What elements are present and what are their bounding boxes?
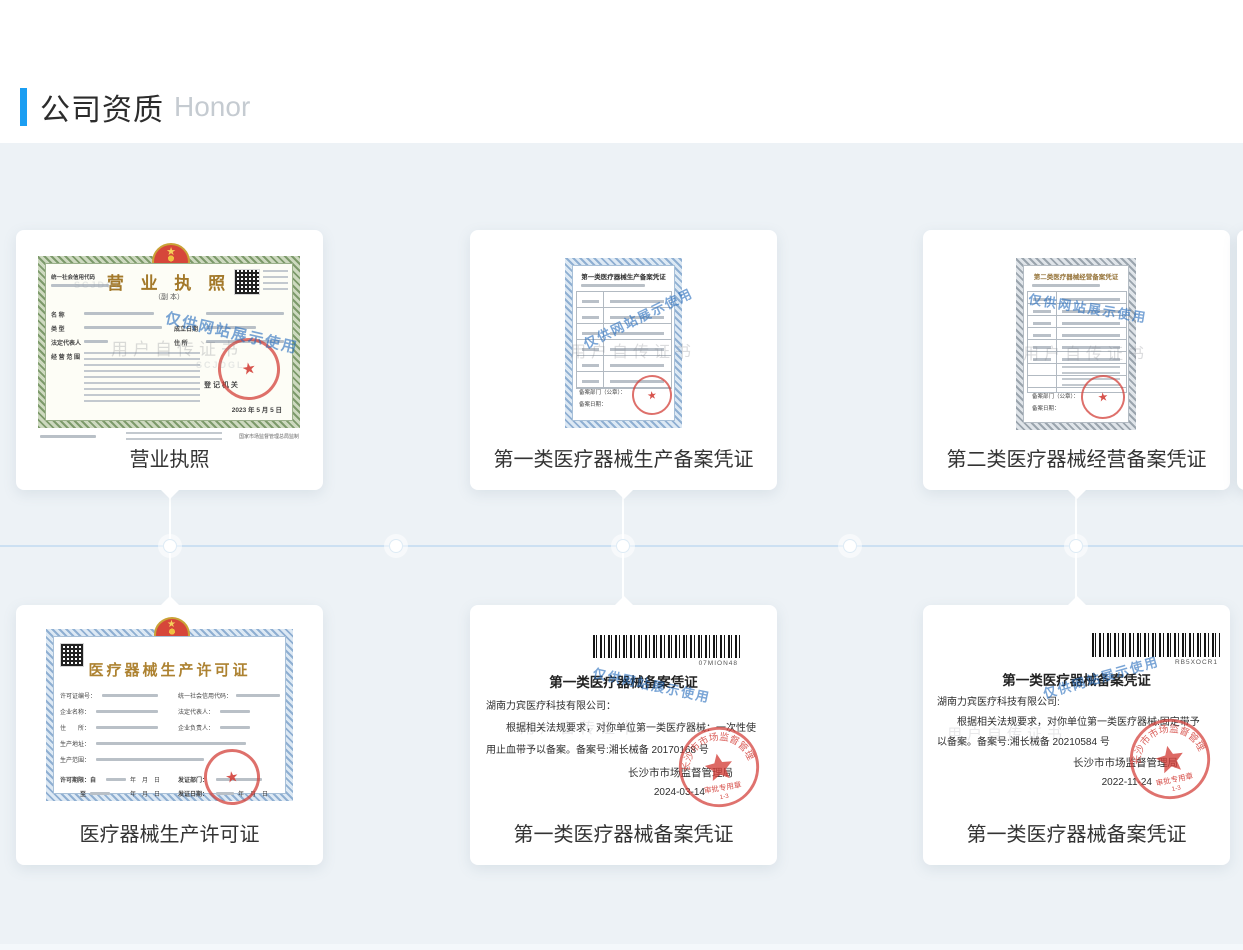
barcode-code: 07MION48 xyxy=(699,660,738,667)
redacted-text-lines xyxy=(126,432,222,441)
official-stamp-icon: ★ xyxy=(200,745,265,810)
card-label: 第二类医疗器械经营备案凭证 xyxy=(923,443,1230,472)
redacted-text xyxy=(90,792,110,795)
certificate-title: 第一类医疗器械生产备案凭证 xyxy=(573,271,674,281)
redacted-text xyxy=(96,742,246,745)
card-label: 第一类医疗器械生产备案凭证 xyxy=(470,443,777,472)
certificate-title: 医疗器械生产许可证 xyxy=(54,659,285,680)
redacted-text xyxy=(84,340,108,343)
card-pointer xyxy=(615,490,633,499)
card-label: 第一类医疗器械备案凭证 xyxy=(923,818,1230,847)
field-label: 发证日期： xyxy=(178,789,208,798)
card-pointer xyxy=(161,596,179,605)
license-date: 2023 年 5 月 5 日 xyxy=(232,404,282,414)
card-pointer xyxy=(161,490,179,499)
redacted-text xyxy=(96,710,158,713)
field-label: 许可证编号： xyxy=(60,691,96,700)
field-name-label: 名 称 xyxy=(51,310,65,319)
ymd-label: 年 月 日 xyxy=(130,789,160,798)
ymd-label: 年 月 日 xyxy=(130,775,160,784)
field-type-label: 类 型 xyxy=(51,324,65,333)
card-class1-production-filing[interactable]: 第一类医疗器械生产备案凭证 备案部门（公章）： 备案日期： ★ 用户自传证书 仅… xyxy=(470,230,777,490)
field-label: 至 xyxy=(80,789,86,798)
field-label: 企业负责人： xyxy=(178,723,214,732)
redacted-text-lines xyxy=(263,270,288,292)
redacted-text xyxy=(84,312,154,315)
redacted-text xyxy=(236,694,280,697)
official-stamp-icon: 长沙市市场监督管理局 审批专用章 1-3 xyxy=(670,718,767,815)
field-label: 住 所： xyxy=(60,723,90,732)
card-label: 营业执照 xyxy=(16,443,323,472)
barcode-code: RB5XOCR1 xyxy=(1175,659,1218,666)
background-code-watermark: SCJDGL xyxy=(74,280,123,290)
background-code-watermark: SCJDGL xyxy=(196,360,245,370)
field-label: 许可期限：自 xyxy=(60,775,96,784)
redacted-text xyxy=(96,726,158,729)
redacted-text xyxy=(40,435,96,438)
timeline-node xyxy=(163,539,177,553)
upload-watermark: 用户自传证书 xyxy=(520,717,640,738)
card-class2-operation-filing[interactable]: 第二类医疗器械经营备案凭证 备案部门（公章）： 备案日期： ★ 用户自传证书 仅… xyxy=(923,230,1230,490)
card-pointer xyxy=(1068,596,1086,605)
svg-text:1-3: 1-3 xyxy=(1171,784,1182,793)
timeline-node xyxy=(843,539,857,553)
license-footer: 国家市场监督管理总局监制 xyxy=(239,433,299,440)
redacted-text-lines xyxy=(84,352,200,406)
field-label: 生产范围： xyxy=(60,755,90,764)
filing-date-line: 备案日期： xyxy=(579,400,607,408)
filing-date-line: 备案日期： xyxy=(1032,404,1060,412)
certificate-card-partial[interactable] xyxy=(1237,230,1243,490)
honor-page: { "header": { "title_zh": "公司资质", "title… xyxy=(0,0,1243,950)
upload-watermark: 用户自传证书 xyxy=(947,723,1067,744)
field-label: 统一社会信用代码： xyxy=(178,691,232,700)
doc-line-company: 湖南力宾医疗科技有限公司: xyxy=(937,693,1060,708)
timeline-node xyxy=(1069,539,1083,553)
section-title-zh: 公司资质 xyxy=(40,85,164,129)
card-business-license[interactable]: ★ 统一社会信用代码 营 业 执 照 （副 本） 名 称 类 型 法定代表人 经… xyxy=(16,230,323,490)
card-class1-filing-2[interactable]: RB5XOCR1 第一类医疗器械备案凭证 湖南力宾医疗科技有限公司: 根据相关法… xyxy=(923,605,1230,865)
redacted-text xyxy=(102,694,158,697)
section-header: 公司资质 Honor xyxy=(20,85,250,129)
field-legal-label: 法定代表人 xyxy=(51,338,81,347)
accent-bar xyxy=(20,88,27,126)
timeline-node xyxy=(616,539,630,553)
card-production-license[interactable]: ★ 医疗器械生产许可证 许可证编号： 统一社会信用代码： 企业名称： 法定代表人… xyxy=(16,605,323,865)
redacted-text xyxy=(220,726,250,729)
qr-code-icon xyxy=(234,269,260,295)
production-license-image: ★ 医疗器械生产许可证 许可证编号： 统一社会信用代码： 企业名称： 法定代表人… xyxy=(46,629,293,801)
certificate-title: 第二类医疗器械经营备案凭证 xyxy=(1024,271,1128,281)
section-title-en: Honor xyxy=(174,91,250,123)
redacted-text xyxy=(84,326,162,329)
official-stamp-icon: 长沙市市场监督管理局 审批专用章 1-3 xyxy=(1120,709,1220,809)
redacted-text xyxy=(1032,284,1100,287)
card-pointer xyxy=(615,596,633,605)
field-scope-label: 经 营 范 围 xyxy=(51,352,80,361)
timeline-node xyxy=(389,539,403,553)
doc-line-company: 湖南力宾医疗科技有限公司： xyxy=(486,697,616,712)
card-label: 第一类医疗器械备案凭证 xyxy=(470,818,777,847)
upload-watermark: 用户自传证书 xyxy=(1023,340,1149,364)
barcode-icon xyxy=(593,635,740,658)
card-pointer xyxy=(1068,490,1086,499)
redacted-text xyxy=(106,778,126,781)
redacted-text xyxy=(206,312,284,315)
card-label: 医疗器械生产许可证 xyxy=(16,818,323,847)
svg-text:1-3: 1-3 xyxy=(719,793,730,802)
redacted-text xyxy=(220,710,250,713)
card-class1-filing-1[interactable]: 07MION48 第一类医疗器械备案凭证 湖南力宾医疗科技有限公司： 根据相关法… xyxy=(470,605,777,865)
redacted-text xyxy=(96,758,204,761)
section-bottom-strip xyxy=(0,944,1243,950)
field-label: 企业名称： xyxy=(60,707,90,716)
field-label: 生产地址： xyxy=(60,739,90,748)
field-label: 法定代表人： xyxy=(178,707,214,716)
filing-dept-line: 备案部门（公章）： xyxy=(1032,392,1079,400)
filing-dept-line: 备案部门（公章）： xyxy=(579,388,626,396)
redacted-text xyxy=(581,284,645,287)
